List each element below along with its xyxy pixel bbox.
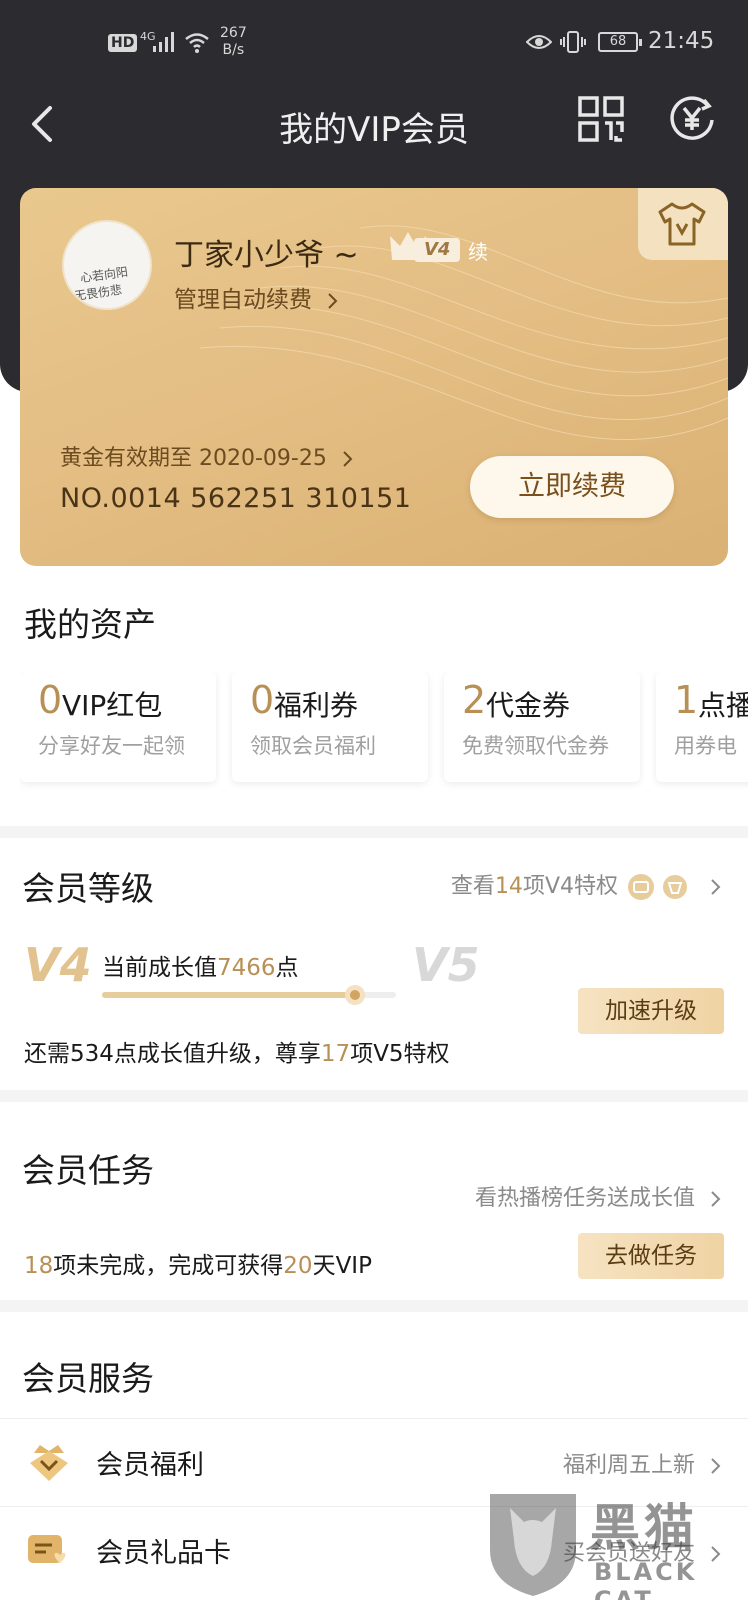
black-cat-watermark: 黑猫 BLACK CAT (480, 1486, 748, 1600)
section-divider (0, 826, 748, 838)
cat-logo-icon (490, 1494, 576, 1596)
gold-expiry-link[interactable]: 黄金有效期至 2020-09-25 (60, 440, 354, 472)
privileges-count: 14 (494, 874, 523, 899)
current-level-label: V4 (24, 938, 92, 992)
asset-subtitle: 免费领取代金券 (462, 734, 609, 758)
asset-welfare-coupon[interactable]: 0 福利券 领取会员福利 (232, 672, 428, 782)
member-level-title: 会员等级 (22, 869, 154, 908)
asset-count: 2 (462, 678, 487, 722)
network-speed: 267 B/s (220, 25, 247, 59)
progress-knob (344, 985, 365, 1005)
manage-auto-renew-label: 管理自动续费 (174, 287, 312, 313)
vip-level-badge: V4 续 (388, 230, 498, 268)
growth-number: 7466 (217, 955, 276, 981)
speed-value: 267 (220, 25, 247, 41)
member-services-title: 会员服务 (22, 1359, 154, 1398)
service-note: 福利周五上新 (563, 1447, 722, 1479)
need-count: 17 (320, 1041, 351, 1067)
vip-level-text: V4 (414, 238, 461, 262)
upgrade-requirement: 还需534点成长值升级，尊享17项V5特权 (24, 1034, 450, 1068)
need-suffix: 项V5特权 (350, 1041, 450, 1067)
manage-auto-renew-link[interactable]: 管理自动续费 (174, 280, 339, 314)
asset-subtitle: 用券电 (674, 734, 737, 758)
signal-icon (153, 32, 174, 52)
shirt-icon (658, 202, 706, 246)
asset-count: 0 (250, 678, 275, 722)
asset-count: 1 (674, 678, 699, 722)
hot-list-task-link[interactable]: 看热播榜任务送成长值 (475, 1180, 722, 1212)
asset-name: 代金券 (486, 689, 571, 722)
asset-name: 福利券 (274, 689, 359, 722)
service-name: 会员福利 (96, 1450, 204, 1481)
service-note-text: 福利周五上新 (562, 1453, 695, 1478)
privilege-badges-icon (628, 873, 689, 901)
progress-fill (102, 992, 355, 998)
task-count: 18 (24, 1253, 54, 1279)
hd-indicator: HD (108, 34, 138, 52)
asset-on-demand-coupon[interactable]: 1 点播 用券电 (656, 672, 748, 782)
gold-expiry-text: 黄金有效期至 2020-09-25 (60, 446, 327, 471)
current-growth-value: 当前成长值7466点 (102, 948, 299, 982)
growth-prefix: 当前成长值 (102, 955, 217, 981)
section-divider (0, 1300, 748, 1312)
username: 丁家小少爷 ~ (174, 238, 359, 273)
clock: 21:45 (648, 28, 715, 54)
next-level-label: V5 (412, 938, 480, 992)
task-progress-text: 18项未完成，完成可获得20天VIP (24, 1246, 372, 1280)
battery-indicator: 68 (598, 32, 642, 52)
chevron-right-icon (711, 879, 721, 895)
page-title: 我的VIP会员 (279, 110, 469, 150)
wifi-icon (185, 33, 209, 53)
member-tasks-title: 会员任务 (22, 1151, 154, 1190)
privileges-prefix: 查看 (450, 874, 495, 899)
renew-now-button[interactable]: 立即续费 (470, 456, 674, 518)
watermark-en: BLACK CAT (594, 1558, 698, 1600)
speed-upgrade-button[interactable]: 加速升级 (578, 988, 724, 1034)
task-info-mid: 项未完成，完成可获得 (53, 1253, 284, 1279)
speed-unit: B/s (222, 42, 245, 58)
nav-bar: 我的VIP会员 (0, 88, 748, 168)
eye-comfort-icon (526, 35, 552, 49)
watermark-cn: 黑猫 (590, 1499, 698, 1557)
chevron-right-icon (711, 1458, 721, 1474)
service-name: 会员礼品卡 (96, 1538, 231, 1569)
status-bar: HD 4G 267 B/s 68 21:45 (0, 0, 748, 88)
asset-name: VIP红包 (62, 689, 163, 722)
qr-code-icon[interactable] (578, 96, 624, 142)
vibrate-icon (560, 31, 586, 53)
growth-suffix: 点 (275, 955, 299, 981)
card-number: NO.0014 562251 310151 (60, 483, 412, 514)
asset-count: 0 (38, 678, 63, 722)
privileges-suffix: 项V4特权 (522, 874, 618, 899)
section-divider (0, 1090, 748, 1102)
vip-member-card[interactable]: 心若向阳 无畏伤悲 丁家小少爷 ~ V4 续 管理自动续费 黄金有效期至 202… (20, 188, 728, 566)
asset-voucher[interactable]: 2 代金券 免费领取代金券 (444, 672, 640, 782)
chevron-right-icon (328, 292, 338, 309)
task-info-end: 天VIP (312, 1253, 372, 1279)
assets-carousel[interactable]: 0 VIP红包 分享好友一起领 0 福利券 领取会员福利 2 代金券 免费领取代… (20, 672, 748, 792)
hot-list-task-label: 看热播榜任务送成长值 (474, 1186, 695, 1211)
shirt-corner-button[interactable] (638, 188, 728, 260)
view-privileges-link[interactable]: 查看14项V4特权 (451, 868, 722, 901)
asset-name: 点播 (698, 689, 748, 722)
level-progress-bar (102, 985, 396, 1005)
chevron-right-icon (343, 451, 353, 467)
asset-vip-red-packet[interactable]: 0 VIP红包 分享好友一起领 (20, 672, 216, 782)
chevron-right-icon (711, 1191, 721, 1207)
assets-title: 我的资产 (24, 605, 156, 644)
need-prefix: 还需534点成长值升级，尊享 (24, 1041, 321, 1067)
crown-heart-icon (30, 1445, 68, 1481)
gift-card-icon (28, 1535, 66, 1563)
do-tasks-button[interactable]: 去做任务 (578, 1233, 724, 1279)
avatar[interactable]: 心若向阳 无畏伤悲 (62, 220, 152, 310)
reward-days: 20 (283, 1253, 313, 1279)
asset-subtitle: 领取会员福利 (250, 734, 376, 758)
asset-subtitle: 分享好友一起领 (38, 734, 185, 758)
renew-tag: 续 (468, 240, 488, 264)
yuan-coin-icon[interactable] (668, 94, 716, 142)
